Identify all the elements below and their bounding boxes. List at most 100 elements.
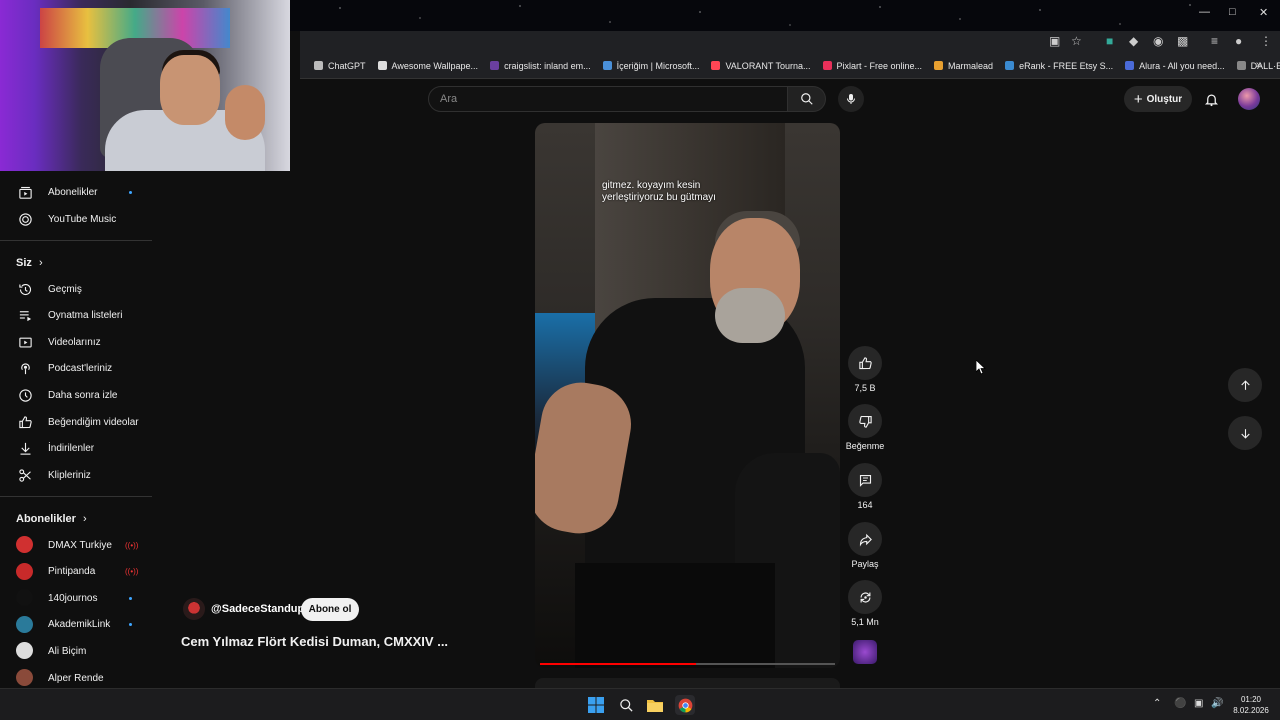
account-avatar[interactable]: [1238, 88, 1260, 110]
microphone-tray-icon[interactable]: ⚫: [1174, 698, 1186, 709]
bookmark-item[interactable]: craigslist: inland em...: [490, 61, 591, 71]
sidebar-item-label: Daha sonra izle: [48, 389, 118, 401]
sidebar-item-downloads[interactable]: İndirilenler: [0, 435, 160, 461]
bookmark-label: İçeriğim | Microsoft...: [616, 60, 700, 71]
channel-avatar: [16, 562, 33, 580]
bookmark-item[interactable]: İçeriğim | Microsoft...: [602, 60, 700, 71]
bookmark-favicon-icon: [711, 61, 721, 70]
extension-icon[interactable]: ■: [1106, 34, 1113, 48]
sidebar-item-label: Beğendiğim videolar: [48, 416, 139, 428]
bookmark-item[interactable]: eRank - FREE Etsy S...: [1005, 61, 1113, 71]
system-clock[interactable]: 01:20 8.02.2026: [1228, 694, 1274, 716]
notifications-button[interactable]: [1199, 87, 1223, 111]
sidebar-channel-item[interactable]: DMAX Turkiye ((•)): [0, 532, 160, 558]
bookmark-item[interactable]: Awesome Wallpape...: [377, 60, 479, 71]
menu-icon[interactable]: ⋮: [1260, 34, 1272, 48]
maximize-icon[interactable]: □: [1229, 6, 1236, 18]
address-bar[interactable]: ▣ ☆ ■ ◆ ◉ ▩ ≡ ● ⋮: [300, 31, 1280, 53]
plus-icon: +: [1133, 90, 1143, 108]
minimize-icon[interactable]: —: [1199, 6, 1210, 18]
sidebar-channel-item[interactable]: Pintipanda ((•)): [0, 559, 160, 585]
sidebar-item-subscriptions[interactable]: Abonelikler: [0, 179, 160, 205]
volume-icon[interactable]: 🔊: [1211, 698, 1223, 709]
sidebar-item-liked-videos[interactable]: Beğendiğim videolar: [0, 409, 160, 435]
caption-line: gitmez. koyayım kesin: [602, 180, 701, 191]
playlists-icon: [16, 306, 34, 324]
dislike-button[interactable]: [848, 404, 882, 438]
channel-name[interactable]: @SadeceStandup: [211, 603, 304, 615]
sidebar-item-history[interactable]: Geçmiş: [0, 276, 160, 302]
section-subscriptions[interactable]: Abonelikler ›: [16, 513, 87, 525]
search-placeholder: Ara: [440, 93, 458, 105]
bell-icon: [1204, 94, 1218, 106]
bookmark-label: craigslist: inland em...: [504, 60, 591, 71]
bookmark-label: Awesome Wallpape...: [391, 60, 479, 71]
sidebar-item-podcasts[interactable]: Podcast'leriniz: [0, 355, 160, 381]
puzzle-icon[interactable]: ▩: [1177, 34, 1188, 48]
bookmark-item[interactable]: Alura - All you need...: [1125, 61, 1225, 71]
sidebar-item-playlists[interactable]: Oynatma listeleri: [0, 302, 160, 328]
remix-button[interactable]: [848, 580, 882, 614]
previous-short-button[interactable]: [1228, 368, 1262, 402]
like-button[interactable]: [848, 346, 882, 380]
extension-icon[interactable]: ◉: [1153, 34, 1163, 48]
bookmark-label: eRank - FREE Etsy S...: [1019, 60, 1114, 71]
bookmarks-overflow-icon[interactable]: »: [1256, 59, 1262, 71]
bookmark-item[interactable]: VALORANT Tourna...: [711, 61, 811, 71]
chevron-up-icon[interactable]: ⌃: [1153, 698, 1161, 709]
channel-label: 140journos: [48, 592, 98, 604]
sidebar-channel-item[interactable]: Ali Biçim: [0, 638, 160, 664]
sidebar-item-label: Podcast'leriniz: [48, 362, 113, 374]
chevron-right-icon: ›: [38, 257, 43, 269]
taskbar-search-icon[interactable]: [617, 696, 635, 714]
sidebar-item-your-videos[interactable]: Videolarınız: [0, 329, 160, 355]
sidebar-item-youtube-music[interactable]: YouTube Music: [0, 206, 160, 232]
voice-search-button[interactable]: [838, 86, 864, 112]
profile-icon[interactable]: ●: [1235, 34, 1242, 48]
file-explorer-icon[interactable]: [646, 696, 664, 714]
shield-icon[interactable]: ◆: [1129, 34, 1138, 48]
bookmark-favicon-icon: [490, 61, 500, 70]
bookmark-item[interactable]: Marmalead: [934, 61, 993, 71]
comments-button[interactable]: [848, 463, 882, 497]
media-icon[interactable]: ≡: [1211, 34, 1218, 48]
sidebar-item-watch-later[interactable]: Daha sonra izle: [0, 382, 160, 408]
share-label: Paylaş: [851, 559, 879, 569]
create-label: Oluştur: [1146, 93, 1183, 105]
network-icon[interactable]: ▣: [1194, 698, 1203, 709]
video-progress-bar[interactable]: [540, 663, 835, 665]
cast-icon[interactable]: ▣: [1049, 34, 1060, 48]
sidebar-item-label: Abonelikler: [48, 186, 98, 198]
bookmark-item[interactable]: Pixlart - Free online...: [822, 61, 922, 71]
share-button[interactable]: [848, 522, 882, 556]
thumbs-down-icon: [858, 415, 872, 428]
live-indicator-icon: ((•)): [125, 540, 139, 550]
search-button[interactable]: [788, 86, 826, 112]
bookmark-favicon-icon: [1005, 61, 1015, 70]
sidebar-channel-item[interactable]: AkademikLink: [0, 612, 160, 638]
channel-label: Pintipanda: [48, 566, 96, 578]
windows-start-icon[interactable]: [587, 696, 605, 714]
section-you[interactable]: Siz ›: [16, 257, 43, 269]
subscribe-button[interactable]: Abone ol: [301, 598, 359, 621]
next-short-button[interactable]: [1228, 416, 1262, 450]
chrome-icon[interactable]: [675, 695, 695, 715]
history-icon: [16, 280, 34, 298]
remix-count: 5,1 Mn: [851, 617, 879, 627]
clock-time: 01:20: [1240, 695, 1262, 704]
bookmarks-bar: ChatGPT Awesome Wallpape... craigslist: in…: [300, 53, 1280, 79]
channel-avatar[interactable]: [183, 598, 205, 620]
audio-source-thumbnail[interactable]: [853, 640, 877, 664]
sidebar-item-clips[interactable]: Klipleriniz: [0, 462, 160, 488]
sidebar-channel-item[interactable]: 140journos: [0, 585, 160, 611]
bookmark-star-icon[interactable]: ☆: [1071, 34, 1082, 48]
bookmark-item[interactable]: ChatGPT: [314, 61, 366, 71]
video-title[interactable]: Cem Yılmaz Flört Kedisi Duman, CMXXIV ..…: [181, 634, 448, 649]
sidebar: Abonelikler YouTube Music Siz › Geçmiş O…: [0, 171, 160, 688]
close-icon[interactable]: ✕: [1259, 6, 1268, 19]
short-video-player[interactable]: gitmez. koyayım kesin yerleştiriyoruz bu…: [535, 123, 840, 668]
search-input[interactable]: Ara: [428, 86, 788, 112]
create-button[interactable]: + Oluştur: [1124, 86, 1192, 112]
comment-count: 164: [857, 500, 873, 510]
new-content-dot: [129, 596, 132, 600]
